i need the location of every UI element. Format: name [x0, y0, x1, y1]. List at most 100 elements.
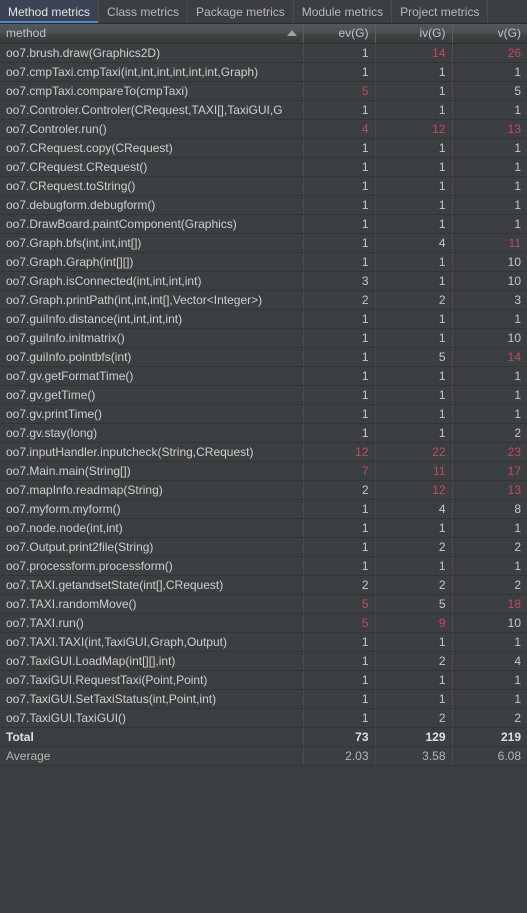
- tab-label: Module metrics: [301, 4, 384, 19]
- table-row[interactable]: oo7.TaxiGUI.SetTaxiStatus(int,Point,int)…: [0, 689, 527, 709]
- table-row[interactable]: oo7.Main.main(String[]) 7 11 17: [0, 461, 527, 481]
- cell-v: 1: [452, 309, 527, 329]
- cell-iv: 1: [375, 309, 453, 329]
- table-row[interactable]: oo7.brush.draw(Graphics2D) 1 14 26: [0, 43, 527, 63]
- table-row[interactable]: oo7.TaxiGUI.LoadMap(int[][],int) 1 2 4: [0, 651, 527, 671]
- cell-ev: 1: [303, 651, 376, 671]
- table-row[interactable]: oo7.TAXI.getandsetState(int[],CRequest) 2…: [0, 575, 527, 595]
- cell-v: 2: [452, 708, 527, 728]
- cell-iv: 12: [375, 119, 453, 139]
- cell-iv: 129: [375, 727, 453, 747]
- table-row[interactable]: oo7.mapInfo.readmap(String) 2 12 13: [0, 480, 527, 500]
- cell-iv: 2: [375, 708, 453, 728]
- cell-ev: 3: [303, 271, 376, 291]
- cell-ev: 1: [303, 632, 376, 652]
- table-row[interactable]: oo7.gv.getTime() 1 1 1: [0, 385, 527, 405]
- cell-iv: 1: [375, 195, 453, 215]
- table-row[interactable]: oo7.Output.print2file(String) 1 2 2: [0, 537, 527, 557]
- cell-ev: 1: [303, 423, 376, 443]
- tab-method-metrics[interactable]: Method metrics: [0, 0, 100, 23]
- tab-project-metrics[interactable]: Project metrics: [392, 0, 489, 23]
- cell-iv: 2: [375, 575, 453, 595]
- cell-v: 5: [452, 81, 527, 101]
- table-row[interactable]: oo7.guiInfo.initmatrix() 1 1 10: [0, 328, 527, 348]
- cell-ev: 2: [303, 290, 376, 310]
- table-row[interactable]: oo7.Controler.run() 4 12 13: [0, 119, 527, 139]
- cell-v: 26: [452, 43, 527, 63]
- table-row[interactable]: oo7.gv.stay(long) 1 1 2: [0, 423, 527, 443]
- cell-method: oo7.Controler.run(): [0, 119, 304, 139]
- cell-ev: 1: [303, 195, 376, 215]
- table-row[interactable]: oo7.Graph.printPath(int,int,int[],Vector…: [0, 290, 527, 310]
- cell-v: 14: [452, 347, 527, 367]
- cell-iv: 22: [375, 442, 453, 462]
- table-row[interactable]: oo7.CRequest.copy(CRequest) 1 1 1: [0, 138, 527, 158]
- table-row[interactable]: oo7.debugform.debugform() 1 1 1: [0, 195, 527, 215]
- column-header-v[interactable]: v(G): [452, 24, 527, 44]
- cell-iv: 4: [375, 499, 453, 519]
- cell-iv: 1: [375, 366, 453, 386]
- cell-ev: 1: [303, 214, 376, 234]
- table-row[interactable]: oo7.TAXI.randomMove() 5 5 18: [0, 594, 527, 614]
- cell-v: 3: [452, 290, 527, 310]
- table-row[interactable]: oo7.processform.processform() 1 1 1: [0, 556, 527, 576]
- table-row[interactable]: oo7.CRequest.CRequest() 1 1 1: [0, 157, 527, 177]
- table-row[interactable]: oo7.myform.myform() 1 4 8: [0, 499, 527, 519]
- cell-iv: 12: [375, 480, 453, 500]
- cell-ev: 1: [303, 100, 376, 120]
- table-row[interactable]: oo7.node.node(int,int) 1 1 1: [0, 518, 527, 538]
- cell-method: oo7.Main.main(String[]): [0, 461, 304, 481]
- tab-module-metrics[interactable]: Module metrics: [294, 0, 393, 23]
- cell-ev: 1: [303, 404, 376, 424]
- cell-ev: 1: [303, 328, 376, 348]
- table-row[interactable]: oo7.Graph.isConnected(int,int,int,int) 3 1…: [0, 271, 527, 291]
- table-row[interactable]: oo7.TAXI.run() 5 9 10: [0, 613, 527, 633]
- tab-label: Package metrics: [196, 4, 285, 19]
- table-summary-row[interactable]: Total 73 129 219: [0, 727, 527, 747]
- cell-iv: 5: [375, 347, 453, 367]
- table-row[interactable]: oo7.TaxiGUI.TaxiGUI() 1 2 2: [0, 708, 527, 728]
- cell-method: oo7.CRequest.copy(CRequest): [0, 138, 304, 158]
- table-summary-row[interactable]: Average 2.03 3.58 6.08: [0, 746, 527, 766]
- table-row[interactable]: oo7.TaxiGUI.RequestTaxi(Point,Point) 1 1 1: [0, 670, 527, 690]
- cell-ev: 1: [303, 670, 376, 690]
- cell-ev: 2.03: [303, 746, 376, 766]
- cell-v: 13: [452, 480, 527, 500]
- cell-iv: 14: [375, 43, 453, 63]
- cell-v: 10: [452, 328, 527, 348]
- column-header-iv[interactable]: iv(G): [375, 24, 453, 44]
- table-row[interactable]: oo7.inputHandler.inputcheck(String,CRequ…: [0, 442, 527, 462]
- cell-v: 1: [452, 157, 527, 177]
- cell-v: 13: [452, 119, 527, 139]
- cell-iv: 1: [375, 62, 453, 82]
- table-row[interactable]: oo7.CRequest.toString() 1 1 1: [0, 176, 527, 196]
- cell-iv: 1: [375, 214, 453, 234]
- table-row[interactable]: oo7.Controler.Controler(CRequest,TAXI[],…: [0, 100, 527, 120]
- cell-iv: 11: [375, 461, 453, 481]
- cell-method: oo7.gv.getTime(): [0, 385, 304, 405]
- table-row[interactable]: oo7.guiInfo.distance(int,int,int,int) 1 1 1: [0, 309, 527, 329]
- table-row[interactable]: oo7.Graph.Graph(int[][]) 1 1 10: [0, 252, 527, 272]
- cell-ev: 4: [303, 119, 376, 139]
- table-row[interactable]: oo7.cmpTaxi.compareTo(cmpTaxi) 5 1 5: [0, 81, 527, 101]
- table-row[interactable]: oo7.TAXI.TAXI(int,TaxiGUI,Graph,Output) 1…: [0, 632, 527, 652]
- cell-method: oo7.DrawBoard.paintComponent(Graphics): [0, 214, 304, 234]
- cell-v: 2: [452, 423, 527, 443]
- cell-method: Average: [0, 746, 304, 766]
- tab-package-metrics[interactable]: Package metrics: [188, 0, 294, 23]
- column-header-method[interactable]: method: [0, 24, 304, 44]
- cell-iv: 2: [375, 290, 453, 310]
- cell-iv: 1: [375, 157, 453, 177]
- table-row[interactable]: oo7.gv.printTime() 1 1 1: [0, 404, 527, 424]
- table-row[interactable]: oo7.guiInfo.pointbfs(int) 1 5 14: [0, 347, 527, 367]
- table-row[interactable]: oo7.cmpTaxi.cmpTaxi(int,int,int,int,int,…: [0, 62, 527, 82]
- cell-v: 1: [452, 689, 527, 709]
- cell-iv: 1: [375, 518, 453, 538]
- table-row[interactable]: oo7.DrawBoard.paintComponent(Graphics) 1 1…: [0, 214, 527, 234]
- table-row[interactable]: oo7.Graph.bfs(int,int,int[]) 1 4 11: [0, 233, 527, 253]
- tab-class-metrics[interactable]: Class metrics: [99, 0, 189, 23]
- cell-ev: 1: [303, 556, 376, 576]
- table-row[interactable]: oo7.gv.getFormatTime() 1 1 1: [0, 366, 527, 386]
- column-header-ev[interactable]: ev(G): [303, 24, 376, 44]
- cell-ev: 1: [303, 537, 376, 557]
